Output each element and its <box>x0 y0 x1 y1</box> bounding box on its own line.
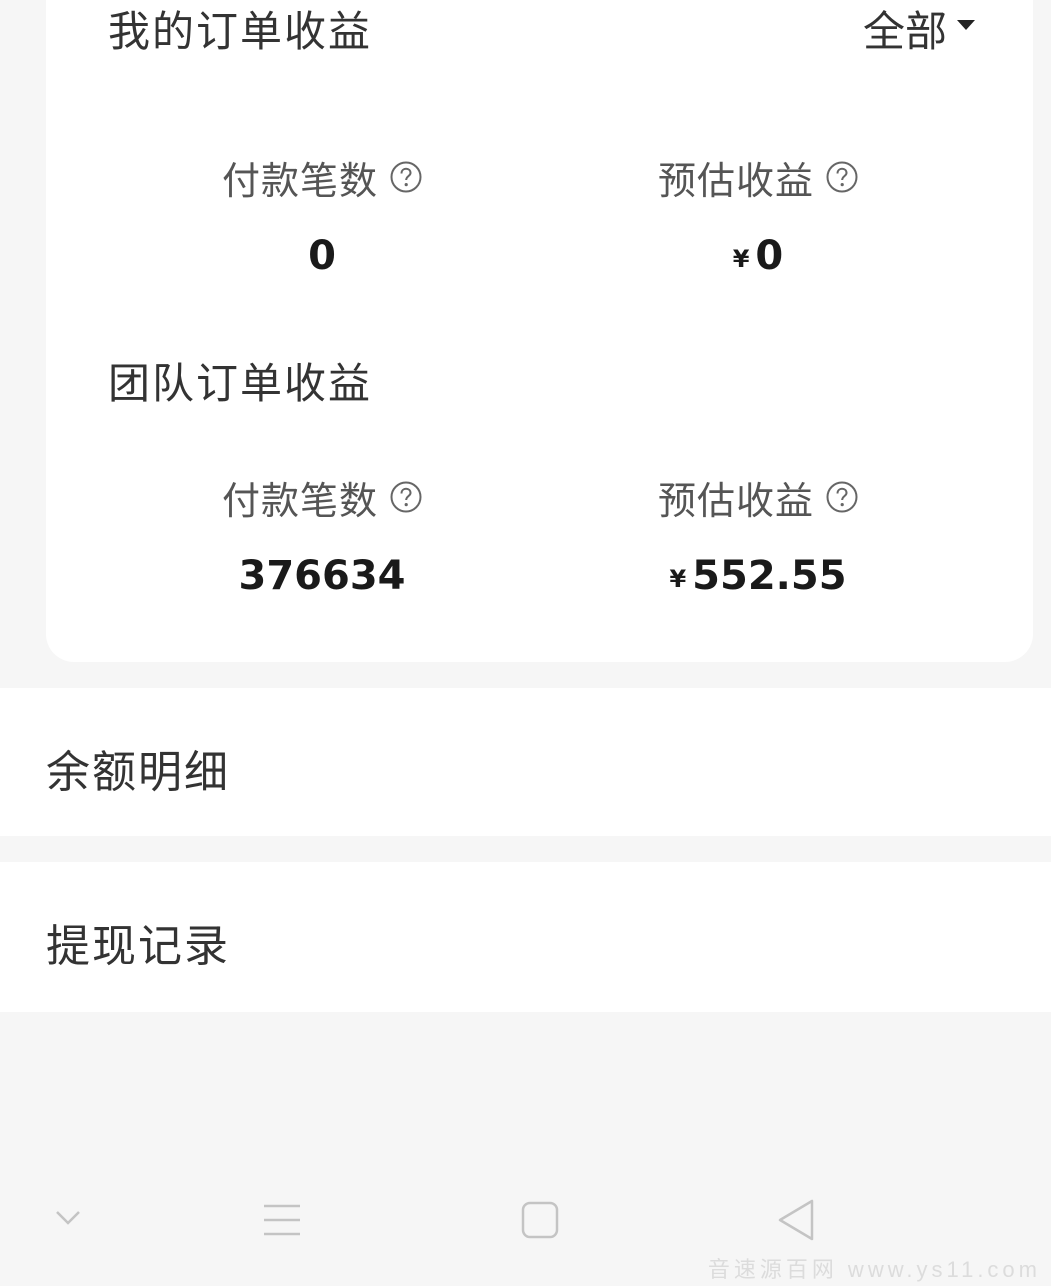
team-payment-count: 付款笔数 376634 <box>102 472 542 602</box>
home-square-icon[interactable] <box>520 1200 560 1240</box>
payment-count-label: 付款笔数 <box>221 478 378 523</box>
payment-count-value: 376634 <box>238 553 406 599</box>
earnings-card: 我的订单收益 全部 付款笔数 0 预估收益 ¥ 0 团队订单收益 付款笔数 37… <box>46 0 1033 662</box>
earnings-amount: 552.55 <box>692 553 847 599</box>
earnings-amount: 0 <box>755 233 784 279</box>
team-estimated-earnings: 预估收益 ¥552.55 <box>538 472 978 602</box>
filter-label: 全部 <box>862 6 947 56</box>
payment-count-value: 0 <box>308 233 336 279</box>
payment-count-label: 付款笔数 <box>221 158 378 203</box>
withdraw-record-label: 提现记录 <box>46 921 230 972</box>
earnings-page: 我的订单收益 全部 付款笔数 0 预估收益 ¥ 0 团队订单收益 付款笔数 37… <box>0 0 1051 1286</box>
balance-detail-label: 余额明细 <box>46 747 230 798</box>
system-navbar: 音速源百网 www.ys11.com <box>0 1160 1051 1286</box>
balance-detail-row[interactable]: 余额明细 <box>0 688 1051 836</box>
help-icon[interactable] <box>390 481 422 513</box>
estimated-earnings-label: 预估收益 <box>657 478 814 523</box>
team-orders-title: 团队订单收益 <box>108 359 373 408</box>
my-orders-title: 我的订单收益 <box>108 7 373 56</box>
help-icon[interactable] <box>826 161 858 193</box>
my-payment-count: 付款笔数 0 <box>102 152 542 282</box>
back-triangle-icon[interactable] <box>776 1198 816 1242</box>
currency-symbol: ¥ <box>732 245 750 273</box>
my-estimated-earnings: 预估收益 ¥0 <box>538 152 978 282</box>
help-icon[interactable] <box>826 481 858 513</box>
watermark-text: 音速源百网 www.ys11.com <box>707 1257 1041 1282</box>
currency-symbol: ¥ <box>669 565 687 593</box>
filter-dropdown[interactable]: 全部 <box>863 0 975 56</box>
chevron-down-icon[interactable] <box>54 1208 82 1228</box>
menu-icon[interactable] <box>262 1202 302 1238</box>
estimated-earnings-label: 预估收益 <box>657 158 814 203</box>
caret-down-icon <box>957 20 975 30</box>
estimated-earnings-value: ¥552.55 <box>538 550 978 602</box>
help-icon[interactable] <box>390 161 422 193</box>
estimated-earnings-value: ¥0 <box>538 230 978 282</box>
withdraw-record-row[interactable]: 提现记录 <box>0 862 1051 1012</box>
